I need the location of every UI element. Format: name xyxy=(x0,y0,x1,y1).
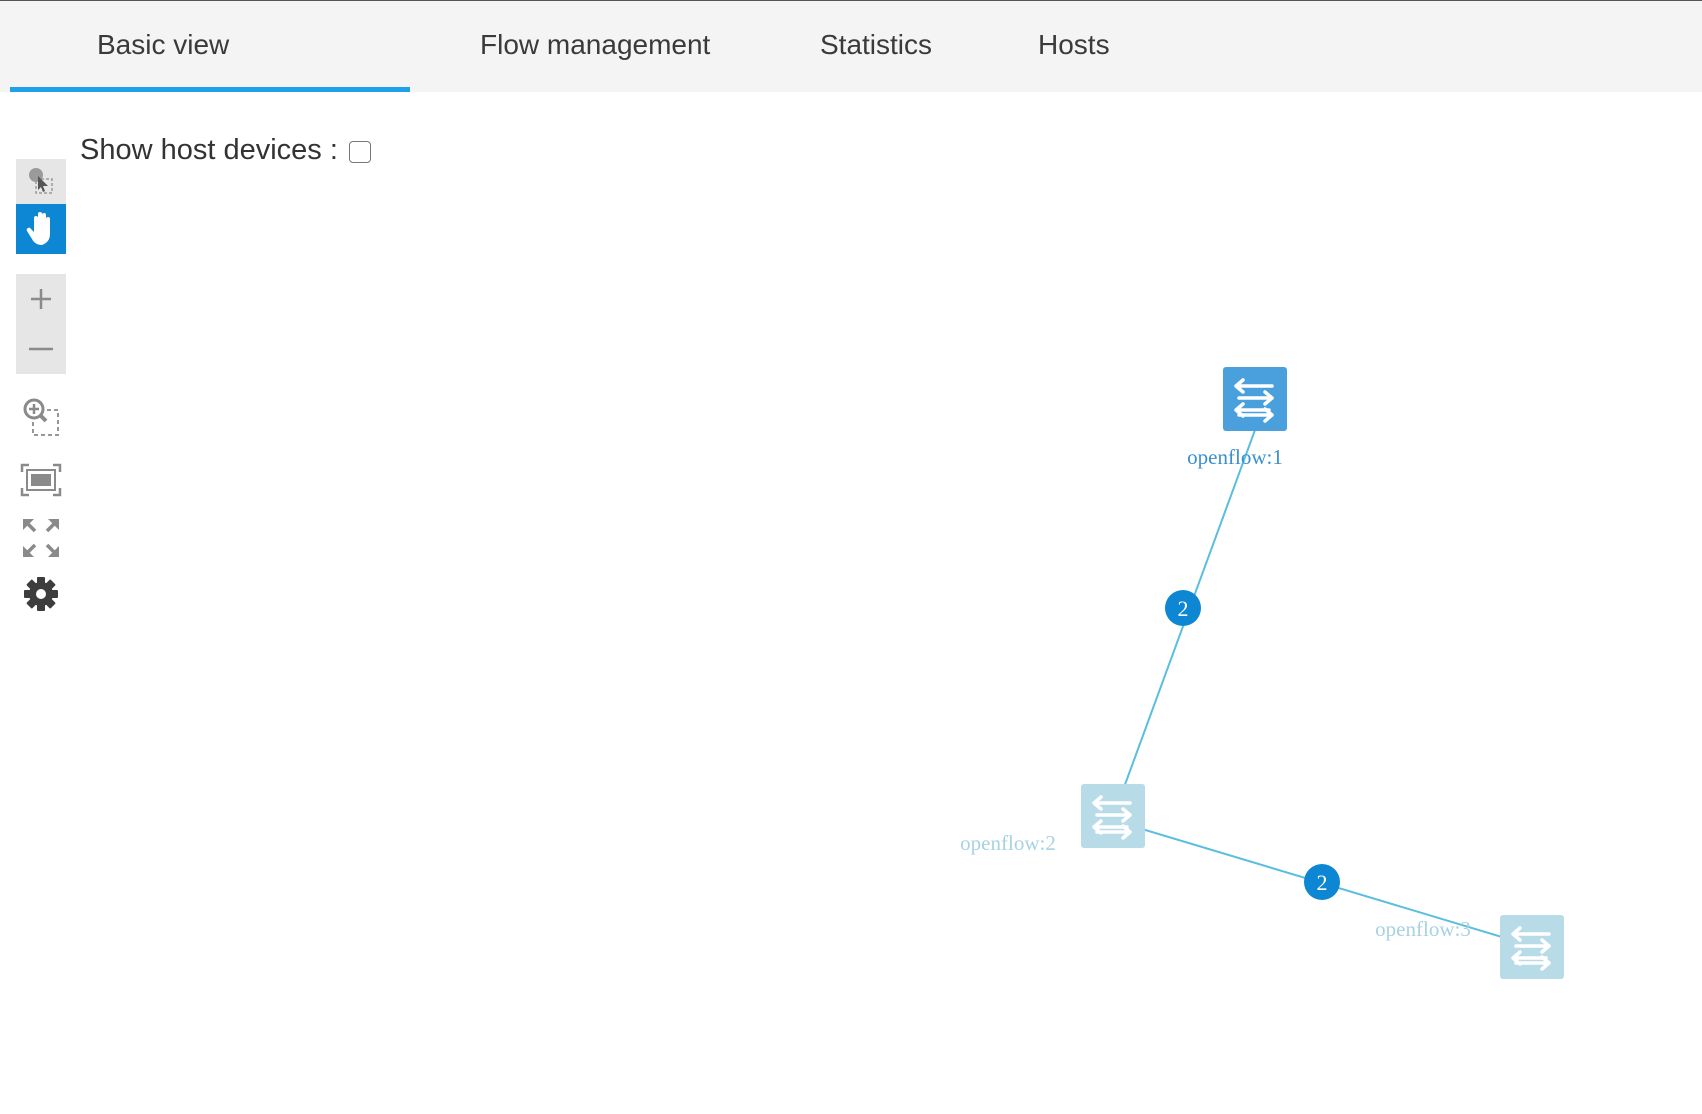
link-count-badge[interactable]: 2 xyxy=(1304,864,1340,900)
switch-icon xyxy=(1223,367,1287,431)
switch-node-openflow1[interactable] xyxy=(1223,367,1287,431)
fit-to-screen-button[interactable] xyxy=(16,458,66,502)
switch-icon xyxy=(1500,915,1564,979)
settings-button[interactable] xyxy=(16,570,66,618)
switch-icon xyxy=(1081,784,1145,848)
settings-gear-icon xyxy=(24,577,58,611)
zoom-by-selection-button[interactable] xyxy=(16,393,66,441)
link-openflow2-openflow3[interactable] xyxy=(1111,819,1533,947)
show-host-devices-option: Show host devices : xyxy=(80,134,371,167)
zoom-out-button[interactable] xyxy=(16,324,66,374)
link-openflow1-openflow2[interactable] xyxy=(1111,429,1256,821)
pan-mode-button[interactable] xyxy=(16,204,66,254)
tab-flow-management[interactable]: Flow management xyxy=(480,1,710,92)
node-label-openflow2: openflow:2 xyxy=(960,831,1056,855)
link-count-text: 2 xyxy=(1317,870,1328,895)
pan-mode-icon xyxy=(26,212,50,245)
tab-hosts[interactable]: Hosts xyxy=(1038,1,1110,92)
switch-node-openflow2[interactable] xyxy=(1081,784,1145,848)
node-label-openflow1: openflow:1 xyxy=(1187,445,1283,469)
tab-basic-view[interactable]: Basic view xyxy=(9,1,411,92)
link-count-text: 2 xyxy=(1178,596,1189,621)
tab-statistics[interactable]: Statistics xyxy=(820,1,932,92)
fullscreen-icon xyxy=(23,519,59,557)
show-host-devices-checkbox[interactable] xyxy=(348,140,371,163)
fullscreen-button[interactable] xyxy=(16,514,66,562)
zoom-in-button[interactable] xyxy=(16,274,66,324)
zoom-by-selection-icon xyxy=(23,398,59,436)
show-host-devices-label: Show host devices : xyxy=(80,134,338,166)
tab-bar: Basic view Flow management Statistics Ho… xyxy=(0,1,1702,92)
link-count-badge[interactable]: 2 xyxy=(1165,590,1201,626)
topology-canvas[interactable]: 2 2 openflow:1 openflow:2 openflow:3 xyxy=(0,0,1702,1114)
select-mode-icon xyxy=(29,167,53,194)
node-label-openflow3: openflow:3 xyxy=(1375,917,1471,941)
fit-to-screen-icon xyxy=(20,463,62,497)
select-mode-button[interactable] xyxy=(16,159,66,204)
zoom-in-icon xyxy=(31,289,51,309)
zoom-out-icon xyxy=(29,347,53,351)
switch-node-openflow3[interactable] xyxy=(1500,915,1564,979)
